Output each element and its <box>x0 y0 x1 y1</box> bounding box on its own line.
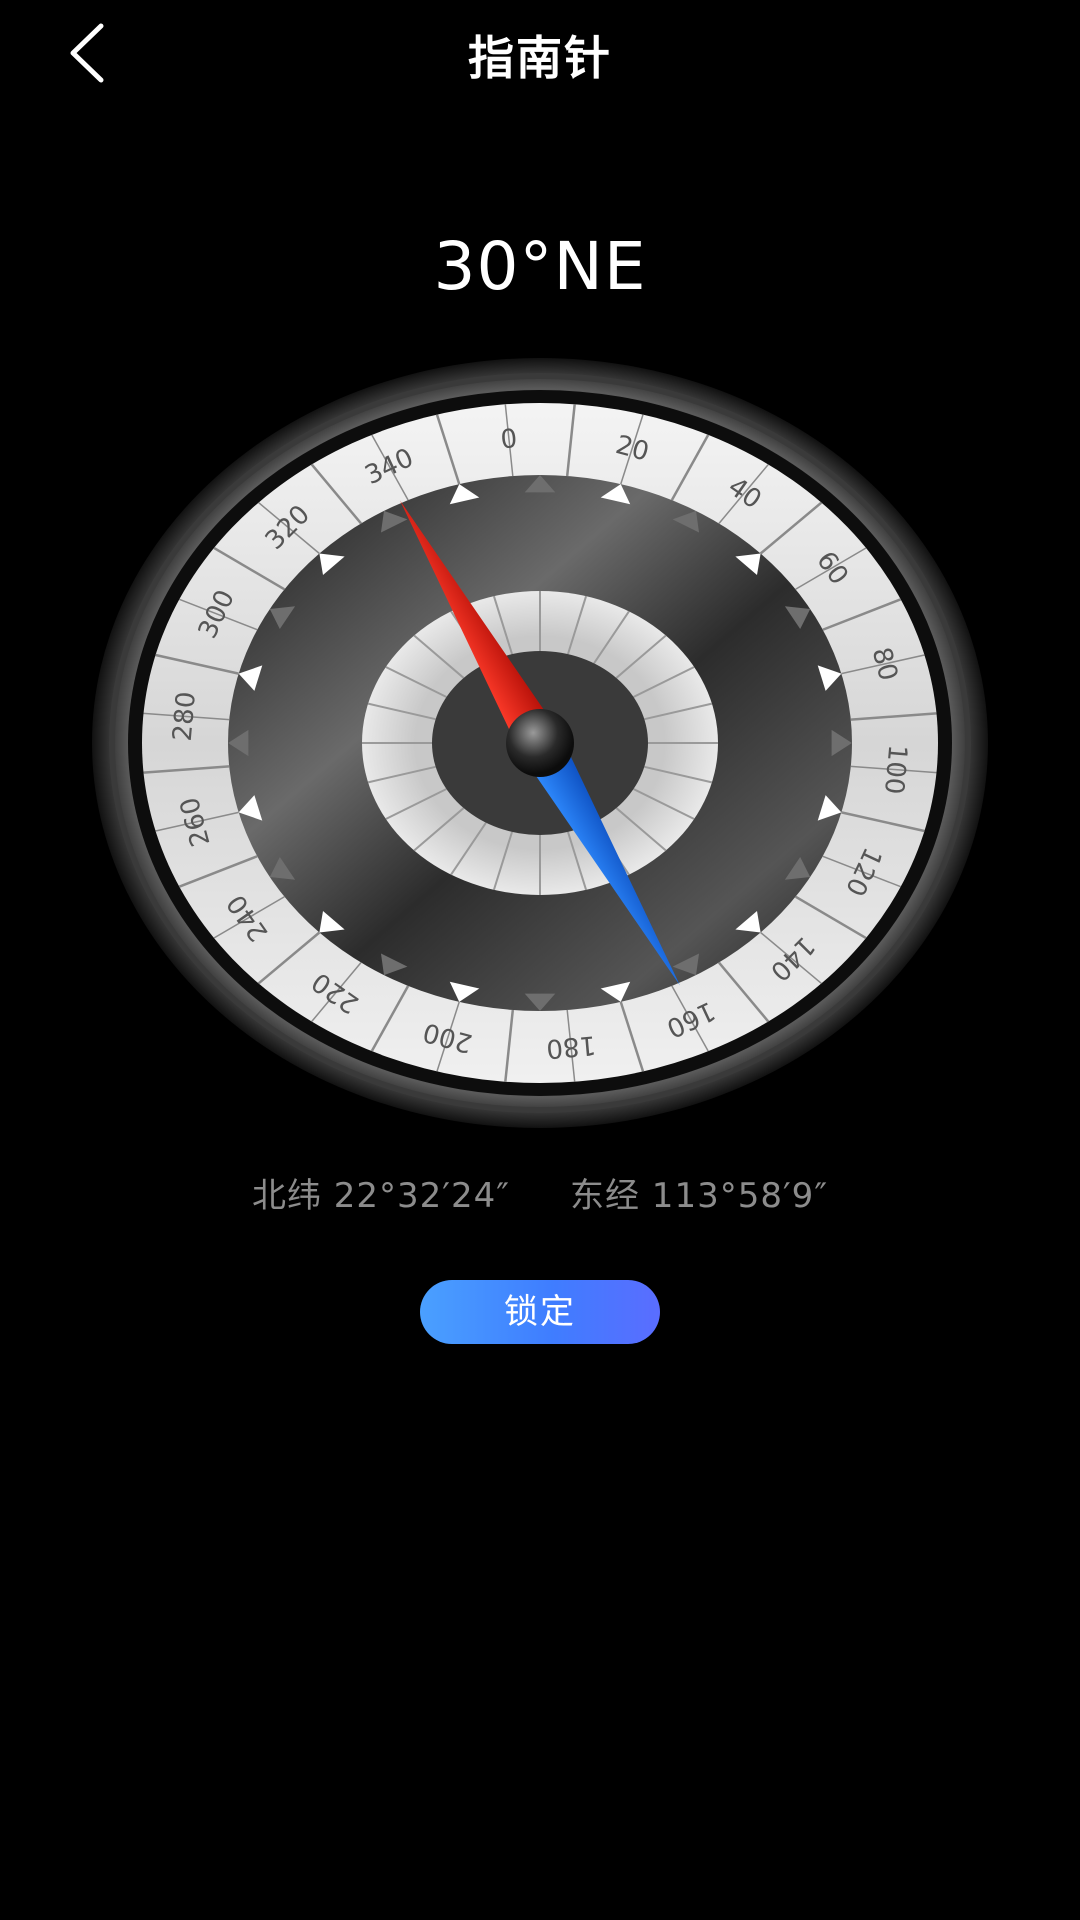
page-title: 指南针 <box>468 31 612 85</box>
compass-dial: 0 20 40 60 80 100 120 140 160 180 200 220 240 260 280 3… <box>90 358 990 1128</box>
latitude-text: 北纬 22°32′24″ <box>251 1176 510 1216</box>
dial-label: 180 <box>545 1029 597 1063</box>
dial-label: 280 <box>168 690 202 742</box>
coordinates-readout: 北纬 22°32′24″ 东经 113°58′9″ <box>0 1168 1080 1217</box>
longitude-text: 东经 113°58′9″ <box>570 1176 829 1216</box>
lock-button[interactable]: 锁定 <box>420 1280 660 1344</box>
compass-graphic: 0 204060801001201401601802002202402602803… <box>92 358 988 1128</box>
header-bar: 指南针 <box>0 0 1080 110</box>
dial-label: 100 <box>878 744 912 796</box>
dial-label: 0 <box>499 424 518 455</box>
heading-readout: 30°NE <box>433 228 647 305</box>
needle-pivot <box>506 709 574 777</box>
